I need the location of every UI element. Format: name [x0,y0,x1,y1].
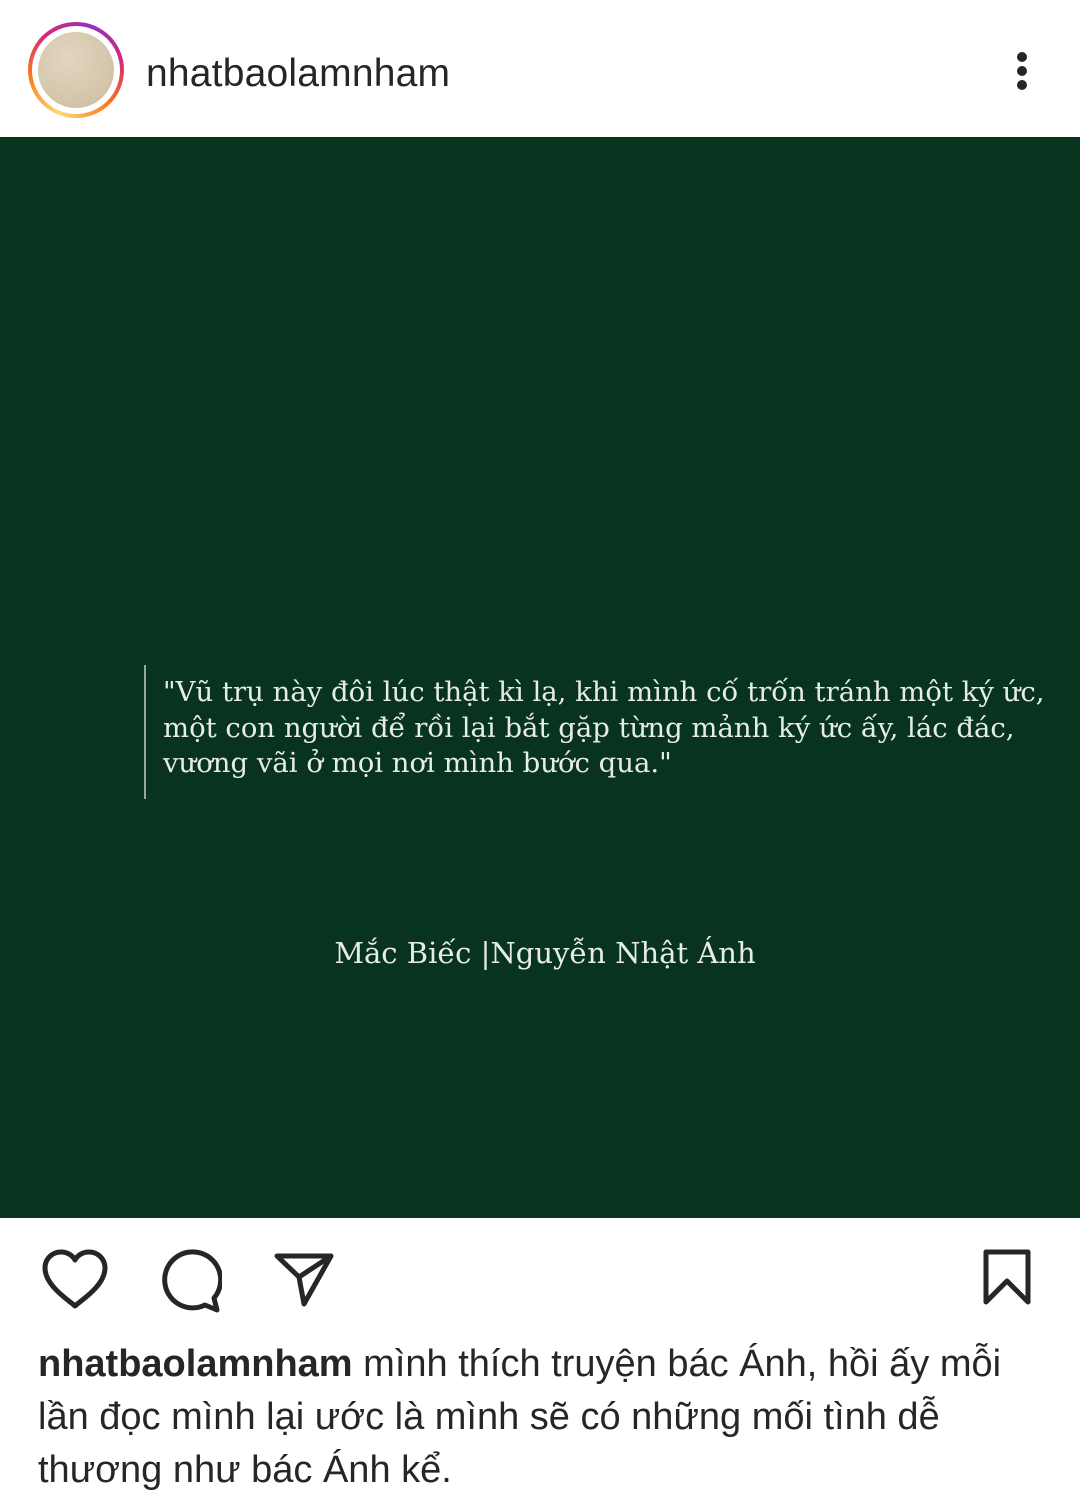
post-header: nhatbaolamnham [0,0,1080,137]
send-icon[interactable] [272,1250,336,1310]
post-caption: nhatbaolamnham mình thích truyện bác Ánh… [38,1338,1048,1497]
quote-attribution: Mắc Biếc |Nguyễn Nhật Ánh [334,936,756,970]
more-vertical-icon[interactable] [1002,46,1042,96]
quote-text: "Vũ trụ này đôi lúc thật kì lạ, khi mình… [163,675,1045,782]
more-dot [1017,80,1027,90]
quote-line: một con người để rồi lại bắt gặp từng mả… [163,711,1015,744]
caption-username[interactable]: nhatbaolamnham [38,1343,353,1385]
quote-bar [144,665,146,799]
more-dot [1017,52,1027,62]
more-dot [1017,66,1027,76]
avatar-gap [32,26,120,114]
post-image[interactable]: "Vũ trụ này đôi lúc thật kì lạ, khi mình… [0,137,1080,1218]
quote-line: "Vũ trụ này đôi lúc thật kì lạ, khi mình… [163,676,1045,708]
post-username[interactable]: nhatbaolamnham [146,50,450,98]
bookmark-icon[interactable] [982,1248,1032,1306]
quote-line: vương vãi ở mọi nơi mình bước qua." [163,747,672,779]
avatar[interactable] [38,32,114,108]
comment-icon[interactable] [156,1248,222,1314]
heart-icon[interactable] [40,1248,110,1312]
action-bar [0,1218,1080,1338]
story-ring[interactable] [28,22,124,118]
